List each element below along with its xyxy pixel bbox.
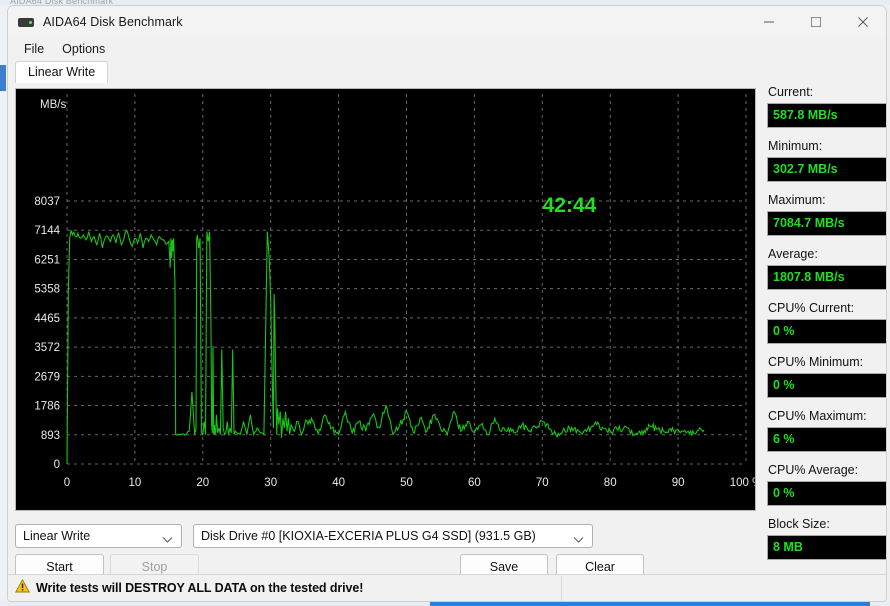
svg-text:6251: 6251 [34, 254, 60, 266]
tab-linear-write[interactable]: Linear Write [15, 61, 109, 83]
svg-text:7144: 7144 [34, 225, 60, 237]
title-bar: AIDA64 Disk Benchmark [8, 6, 886, 37]
svg-text:0: 0 [54, 459, 60, 471]
background-window-accent [0, 65, 6, 91]
chart-canvas: MB/s 0 893 1786 2679 3572 4465 5358 6251 7144 8037… [34, 94, 755, 489]
chevron-down-icon [573, 533, 584, 547]
svg-text:42:44: 42:44 [543, 194, 597, 217]
stat-cpu-current: CPU% Current: 0 % [767, 301, 886, 344]
status-warning-text: Write tests will DESTROY ALL DATA on the… [36, 581, 364, 595]
svg-text:4465: 4465 [34, 313, 60, 325]
app-root: AIDA64 Disk Benchmark AIDA64 Disk Benchm… [0, 0, 890, 606]
svg-text:70: 70 [536, 477, 549, 489]
svg-text:20: 20 [196, 477, 209, 489]
minimize-button[interactable] [745, 6, 792, 37]
background-window-left [0, 5, 7, 601]
svg-text:1786: 1786 [34, 401, 60, 413]
warning-triangle-icon [15, 578, 30, 598]
svg-text:3572: 3572 [34, 342, 60, 354]
stat-label-cpu-average: CPU% Average: [768, 463, 859, 477]
disk-drive-icon [18, 14, 34, 30]
disk-drive-dropdown[interactable]: Disk Drive #0 [KIOXIA-EXCERIA PLUS G4 SS… [193, 524, 593, 548]
statistics-panel: Current: 587.8 MB/s Minimum: 302.7 MB/s … [767, 85, 886, 571]
stat-average: Average: 1807.8 MB/s [767, 247, 886, 290]
window-buttons [745, 6, 886, 37]
window-title: AIDA64 Disk Benchmark [43, 14, 183, 29]
menu-item-file[interactable]: File [15, 39, 53, 59]
disk-drive-value: Disk Drive #0 [KIOXIA-EXCERIA PLUS G4 SS… [201, 529, 536, 543]
stat-current: Current: 587.8 MB/s [767, 85, 886, 128]
test-type-dropdown[interactable]: Linear Write [15, 524, 182, 548]
stat-label-cpu-maximum: CPU% Maximum: [768, 409, 867, 423]
benchmark-chart: MB/s 0 893 1786 2679 3572 4465 5358 6251 7144 8037… [15, 88, 756, 511]
stat-value-cpu-minimum: 0 % [767, 373, 886, 398]
stat-value-minimum: 302.7 MB/s [767, 157, 886, 182]
stat-label-minimum: Minimum: [768, 139, 823, 153]
tab-strip: Linear Write [15, 61, 886, 83]
stat-cpu-average: CPU% Average: 0 % [767, 463, 886, 506]
menu-bar: File Options [8, 37, 886, 61]
svg-text:2679: 2679 [34, 371, 60, 383]
chevron-down-icon [162, 533, 173, 547]
svg-text:80: 80 [604, 477, 617, 489]
svg-text:8037: 8037 [34, 196, 60, 208]
svg-text:100 %: 100 % [730, 477, 755, 489]
stat-value-cpu-current: 0 % [767, 319, 886, 344]
svg-text:10: 10 [129, 477, 142, 489]
stat-label-cpu-minimum: CPU% Minimum: [768, 355, 864, 369]
svg-text:50: 50 [400, 477, 413, 489]
stat-label-current: Current: [768, 85, 814, 99]
status-separator [561, 576, 562, 601]
test-type-value: Linear Write [23, 529, 91, 543]
svg-text:90: 90 [672, 477, 685, 489]
controls-area: Linear Write Disk Drive #0 [KIOXIA-EXCER… [15, 524, 881, 580]
stat-minimum: Minimum: 302.7 MB/s [767, 139, 886, 182]
aida64-disk-benchmark-window: AIDA64 Disk Benchmark File Options Linea… [7, 5, 887, 602]
stat-value-maximum: 7084.7 MB/s [767, 211, 886, 236]
svg-text:30: 30 [264, 477, 277, 489]
stat-label-average: Average: [768, 247, 818, 261]
stat-label-cpu-current: CPU% Current: [768, 301, 855, 315]
combo-row: Linear Write Disk Drive #0 [KIOXIA-EXCER… [15, 524, 881, 548]
stat-cpu-maximum: CPU% Maximum: 6 % [767, 409, 886, 452]
close-button[interactable] [839, 6, 886, 37]
stat-label-maximum: Maximum: [768, 193, 826, 207]
stat-cpu-minimum: CPU% Minimum: 0 % [767, 355, 886, 398]
svg-text:60: 60 [468, 477, 481, 489]
stat-value-current: 587.8 MB/s [767, 103, 886, 128]
status-bar: Write tests will DESTROY ALL DATA on the… [8, 574, 886, 601]
stat-value-cpu-average: 0 % [767, 481, 886, 506]
svg-text:893: 893 [41, 430, 60, 442]
maximize-button[interactable] [792, 6, 839, 37]
stat-value-cpu-maximum: 6 % [767, 427, 886, 452]
menu-item-options[interactable]: Options [53, 39, 114, 59]
svg-text:40: 40 [332, 477, 345, 489]
content-area: MB/s 0 893 1786 2679 3572 4465 5358 6251 7144 8037… [15, 85, 886, 595]
svg-text:5358: 5358 [34, 284, 60, 296]
stat-value-average: 1807.8 MB/s [767, 265, 886, 290]
background-window-taskbar-accent [430, 602, 870, 606]
stat-maximum: Maximum: 7084.7 MB/s [767, 193, 886, 236]
svg-text:0: 0 [64, 477, 70, 489]
svg-text:MB/s: MB/s [40, 99, 66, 111]
